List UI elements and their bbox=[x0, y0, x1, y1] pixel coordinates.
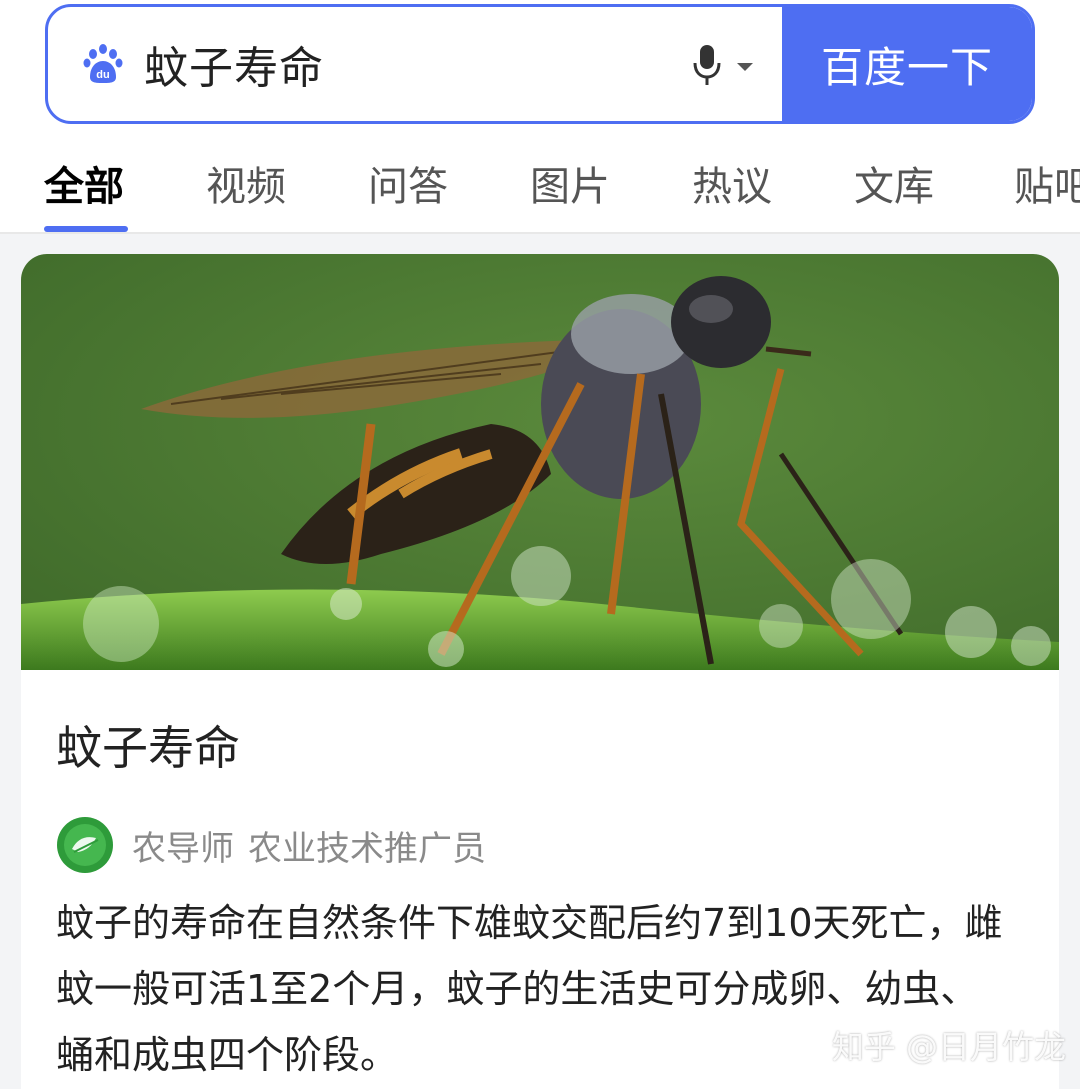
voice-search[interactable] bbox=[692, 43, 754, 87]
mosquito-photo[interactable] bbox=[21, 254, 1059, 670]
search-bar: du 蚊子寿命 百度一下 bbox=[45, 4, 1035, 124]
tab-qa[interactable]: 问答 bbox=[368, 154, 448, 212]
source-text: 农导师 农业技术推广员 bbox=[132, 821, 486, 870]
search-button[interactable]: 百度一下 bbox=[782, 7, 1032, 121]
search-query[interactable]: 蚊子寿命 bbox=[144, 32, 324, 96]
watermark: 知乎 @日月竹龙 bbox=[831, 1028, 1066, 1066]
search-tabs: 全部 视频 问答 图片 热议 文库 贴吧 bbox=[0, 140, 1080, 232]
tab-discussion[interactable]: 热议 bbox=[692, 154, 772, 212]
result-card[interactable]: 蚊子寿命 农导师 农业技术推广员 蚊子的寿命在自然条件下雄蚊交配后约7到10天死亡… bbox=[21, 254, 1059, 1089]
result-source[interactable]: 农导师 农业技术推广员 bbox=[56, 816, 486, 874]
tab-all[interactable]: 全部 bbox=[44, 154, 124, 212]
tab-video[interactable]: 视频 bbox=[206, 154, 286, 212]
tab-images[interactable]: 图片 bbox=[530, 154, 610, 212]
source-role: 农业技术推广员 bbox=[248, 828, 486, 869]
tab-tieba[interactable]: 贴吧 bbox=[1014, 154, 1080, 212]
baidu-paw-icon: du bbox=[83, 44, 123, 83]
result-title[interactable]: 蚊子寿命 bbox=[56, 712, 240, 778]
microphone-icon[interactable] bbox=[692, 43, 722, 87]
agriculture-badge-icon bbox=[57, 817, 113, 873]
source-author: 农导师 bbox=[132, 828, 234, 869]
search-input[interactable]: du 蚊子寿命 bbox=[48, 7, 782, 121]
logo-text: du bbox=[96, 69, 109, 81]
caret-down-icon[interactable] bbox=[736, 61, 754, 73]
tab-library[interactable]: 文库 bbox=[854, 154, 934, 212]
